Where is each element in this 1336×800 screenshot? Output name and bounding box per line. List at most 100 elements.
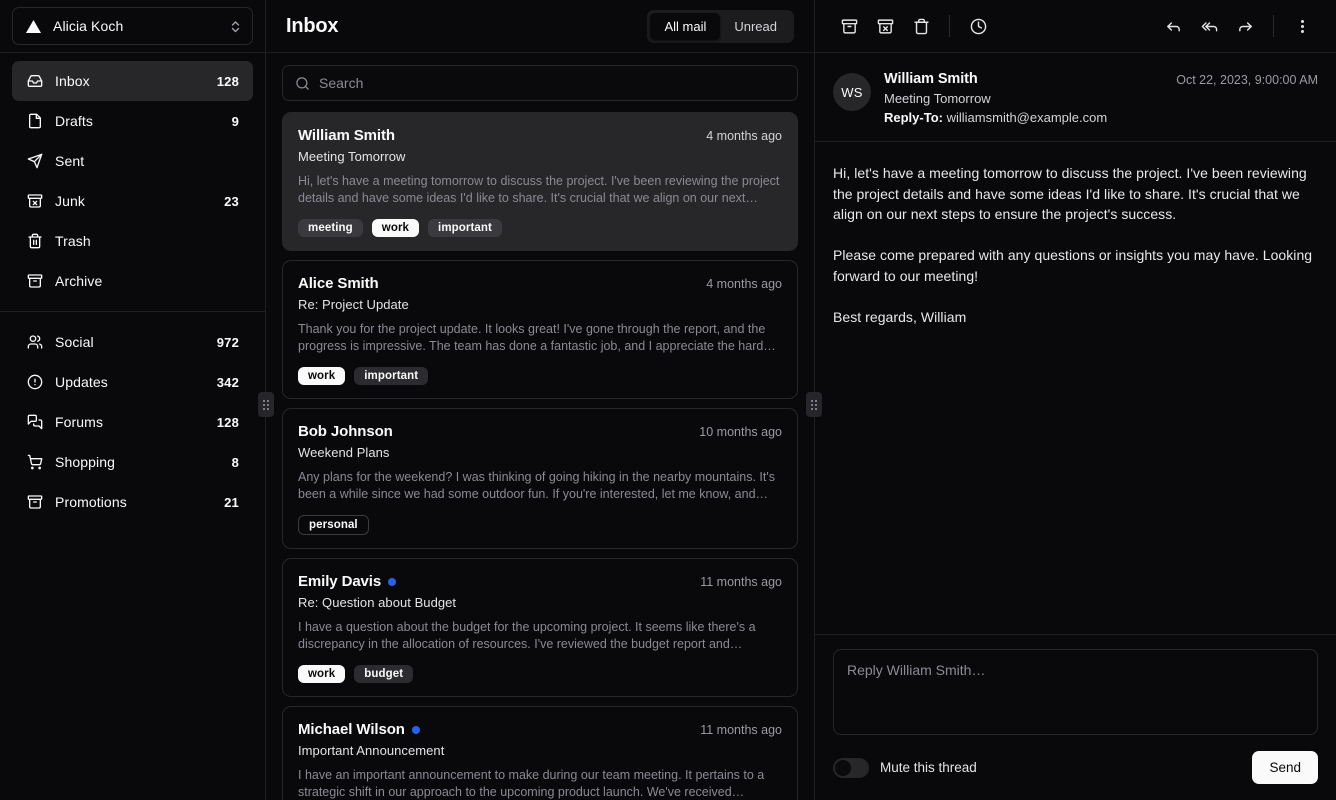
sidebar-item-label: Inbox xyxy=(55,73,90,89)
status-badge[interactable]: important xyxy=(428,219,502,237)
sidebar-primary-nav: Inbox 128 Drafts 9 Sent Junk 23 Trash Ar… xyxy=(0,53,265,301)
unread-indicator-dot xyxy=(411,725,420,734)
page-title: Inbox xyxy=(286,14,339,37)
more-vertical-icon xyxy=(1300,19,1304,33)
trash-button[interactable] xyxy=(903,8,939,44)
mail-subject: Important Announcement xyxy=(298,743,445,758)
reply-to-address: williamsmith@example.com xyxy=(946,110,1108,125)
sidebar-item-archive[interactable]: Archive xyxy=(12,261,253,301)
grip-dots-icon xyxy=(263,399,269,410)
mail-list-item[interactable]: William Smith 4 months ago Meeting Tomor… xyxy=(282,112,798,251)
sidebar-item-social[interactable]: Social 972 xyxy=(12,322,253,362)
status-badge[interactable]: important xyxy=(354,367,429,385)
mail-preview: I have an important announcement to make… xyxy=(298,768,765,799)
sidebar-item-count: 972 xyxy=(216,334,239,350)
sidebar-item-label: Forums xyxy=(55,414,104,430)
mail-item-header: William Smith 4 months ago xyxy=(298,127,782,144)
sidebar-item-count: 342 xyxy=(216,374,239,390)
mail-badges: personal xyxy=(298,515,782,535)
chevron-up-down-icon xyxy=(230,20,241,33)
sidebar-secondary-nav: Social 972 Updates 342 Forums 128 Shoppi… xyxy=(0,312,265,522)
mail-list-item[interactable]: Emily Davis 11 months ago Re: Question a… xyxy=(282,558,798,697)
reply-to-label: Reply-To: xyxy=(884,110,943,125)
mail-list: William Smith 4 months ago Meeting Tomor… xyxy=(266,112,814,800)
file-icon xyxy=(26,113,43,130)
reader-reply-to: Reply-To: williamsmith@example.com xyxy=(884,110,1163,125)
mail-subject: Re: Question about Budget xyxy=(298,595,457,610)
forward-button[interactable] xyxy=(1227,8,1263,44)
trash-icon xyxy=(913,18,929,34)
mail-item-sender-group: Michael Wilson xyxy=(298,721,420,738)
account-switcher[interactable]: Alicia Koch xyxy=(12,7,253,45)
archive-icon xyxy=(841,18,857,34)
reply-textarea[interactable] xyxy=(833,649,1318,735)
archive-button[interactable] xyxy=(831,8,867,44)
tab-unread[interactable]: Unread xyxy=(720,13,791,40)
tab-all-mail[interactable]: All mail xyxy=(650,12,721,40)
mail-timestamp: 11 months ago xyxy=(700,722,782,737)
sidebar-item-label: Shopping xyxy=(55,454,115,470)
mail-list-item[interactable]: Michael Wilson 11 months ago Important A… xyxy=(282,706,798,800)
reader-footer: Mute this thread Send xyxy=(815,634,1336,800)
sidebar-item-drafts[interactable]: Drafts 9 xyxy=(12,101,253,141)
mail-item-sender-group: Bob Johnson xyxy=(298,423,393,440)
status-badge[interactable]: work xyxy=(298,367,346,385)
list-resize-handle[interactable] xyxy=(806,392,822,417)
mute-thread-toggle[interactable] xyxy=(833,757,869,778)
reader-toolbar xyxy=(815,0,1336,53)
mail-list-item[interactable]: Bob Johnson 10 months ago Weekend Plans … xyxy=(282,408,798,549)
mail-sender-name: Emily Davis xyxy=(298,573,382,590)
send-button[interactable]: Send xyxy=(1252,751,1318,784)
mail-item-header: Bob Johnson 10 months ago xyxy=(298,423,782,440)
archive-x-icon xyxy=(26,193,43,210)
mail-sender-name: Alice Smith xyxy=(298,275,379,292)
status-badge[interactable]: meeting xyxy=(298,219,363,237)
reply-button[interactable] xyxy=(1155,8,1191,44)
status-badge[interactable]: work xyxy=(298,665,346,683)
sidebar-item-count: 23 xyxy=(224,193,239,209)
mail-subject: Weekend Plans xyxy=(298,445,390,460)
sidebar-item-trash[interactable]: Trash xyxy=(12,221,253,261)
sidebar-item-updates[interactable]: Updates 342 xyxy=(12,362,253,402)
sidebar: Alicia Koch Inbox 128 Drafts 9 Sent Junk… xyxy=(0,0,266,800)
mail-timestamp: 10 months ago xyxy=(699,424,782,439)
mail-preview: Any plans for the weekend? I was thinkin… xyxy=(298,470,775,501)
account-switcher-container: Alicia Koch xyxy=(0,0,265,53)
more-button[interactable] xyxy=(1284,8,1320,44)
mail-filter-tabs: All mail Unread xyxy=(647,9,794,43)
mail-list-item[interactable]: Alice Smith 4 months ago Re: Project Upd… xyxy=(282,260,798,399)
reader-sender-name: William Smith xyxy=(884,71,978,87)
reader-body: Hi, let's have a meeting tomorrow to dis… xyxy=(833,165,1313,326)
search-icon xyxy=(295,76,310,91)
reply-all-button[interactable] xyxy=(1191,8,1227,44)
mail-list-pane: Inbox All mail Unread William Smith xyxy=(258,0,822,800)
mail-sender-name: Michael Wilson xyxy=(298,721,405,738)
sidebar-item-sent[interactable]: Sent xyxy=(12,141,253,181)
sidebar-item-shopping[interactable]: Shopping 8 xyxy=(12,442,253,482)
mail-badges: work important xyxy=(298,367,782,385)
search-box[interactable] xyxy=(282,65,798,101)
status-badge[interactable]: personal xyxy=(298,515,369,535)
sidebar-item-promotions[interactable]: Promotions 21 xyxy=(12,482,253,522)
status-badge[interactable]: work xyxy=(371,219,420,237)
search-container xyxy=(266,53,814,112)
mail-badges: meeting work important xyxy=(298,219,782,237)
sidebar-item-inbox[interactable]: Inbox 128 xyxy=(12,61,253,101)
trash-icon xyxy=(26,233,43,250)
status-badge[interactable]: budget xyxy=(354,665,414,683)
mail-subject: Re: Project Update xyxy=(298,297,409,312)
sidebar-item-junk[interactable]: Junk 23 xyxy=(12,181,253,221)
sidebar-item-forums[interactable]: Forums 128 xyxy=(12,402,253,442)
mail-item-header: Michael Wilson 11 months ago xyxy=(298,721,782,738)
reply-all-icon xyxy=(1201,21,1217,31)
snooze-button[interactable] xyxy=(960,8,996,44)
users-icon xyxy=(26,334,43,351)
alert-circle-icon xyxy=(26,374,43,391)
avatar: WS xyxy=(833,73,871,111)
junk-button[interactable] xyxy=(867,8,903,44)
search-input[interactable] xyxy=(319,75,785,91)
mail-reader-pane: WS William Smith Meeting Tomorrow Reply-… xyxy=(815,0,1336,800)
triangle-logo-icon xyxy=(24,19,42,33)
mail-sender-name: William Smith xyxy=(298,127,395,144)
sidebar-resize-handle[interactable] xyxy=(258,392,274,417)
